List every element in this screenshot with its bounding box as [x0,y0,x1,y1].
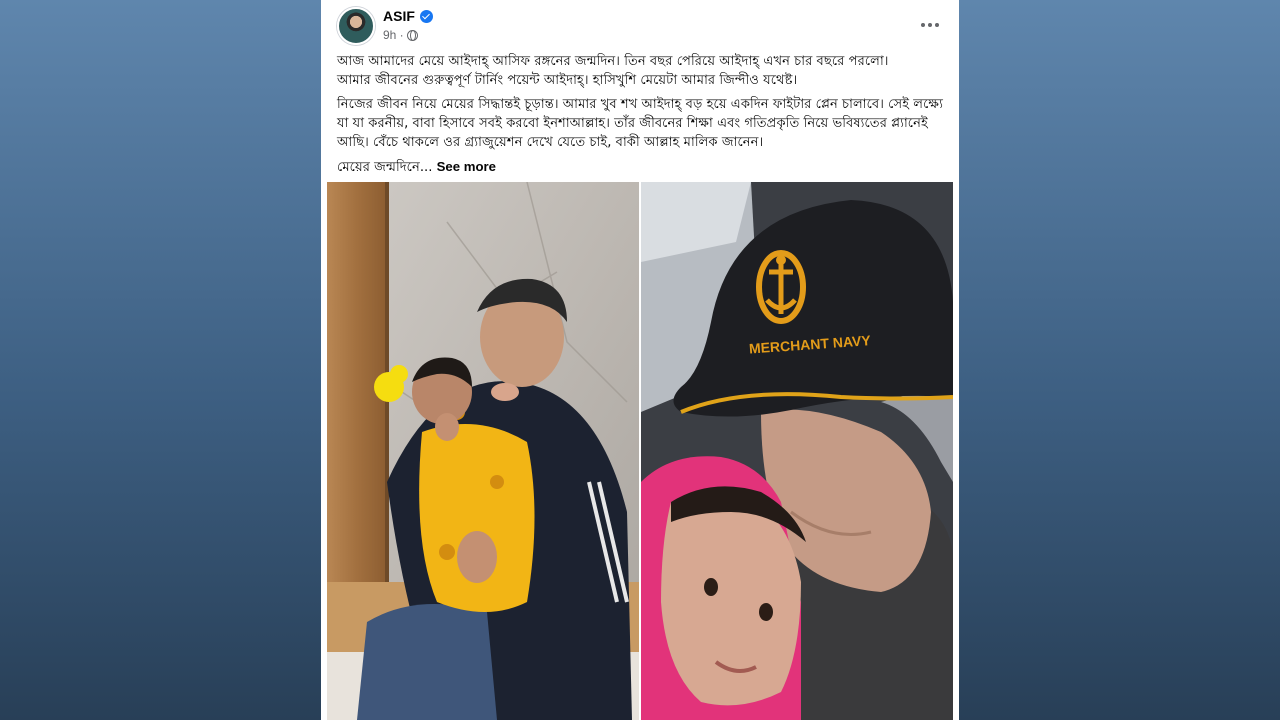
author-line: ASIF [383,8,433,24]
post-body: আজ আমাদের মেয়ে আইদাহ্ আসিফ রঙ্গনের জন্ম… [337,52,947,182]
post-paragraph-2: নিজের জীবন নিয়ে মেয়ের সিদ্ধান্তই চূড়া… [337,97,943,150]
post-time[interactable]: 9h · [383,28,404,42]
post-card: ASIF 9h · আজ আমাদের মেয়ে আইদাহ্ আসিফ রঙ… [321,0,959,720]
author-name[interactable]: ASIF [383,8,415,24]
more-options-icon [921,23,925,27]
post-photo-2[interactable]: MERCHANT NAVY [641,182,953,720]
see-more-link[interactable]: See more [437,159,496,174]
verified-badge-icon [419,9,433,23]
post-photo-1[interactable] [327,182,639,720]
post-meta: 9h · [383,28,418,42]
post-header: ASIF 9h · [321,0,959,50]
globe-icon[interactable] [406,29,418,41]
photo-merchant-navy-cap: MERCHANT NAVY [641,182,953,720]
post-truncated-line: মেয়ের জন্মদিনে... See more [337,157,947,177]
post-paragraph-1: আজ আমাদের মেয়ে আইদাহ্ আসিফ রঙ্গনের জন্ম… [337,54,889,88]
photo-father-daughter [327,182,639,720]
truncated-text: মেয়ের জন্মদিনে... [337,160,433,175]
more-options-button[interactable] [917,12,943,38]
author-avatar[interactable] [337,7,375,45]
